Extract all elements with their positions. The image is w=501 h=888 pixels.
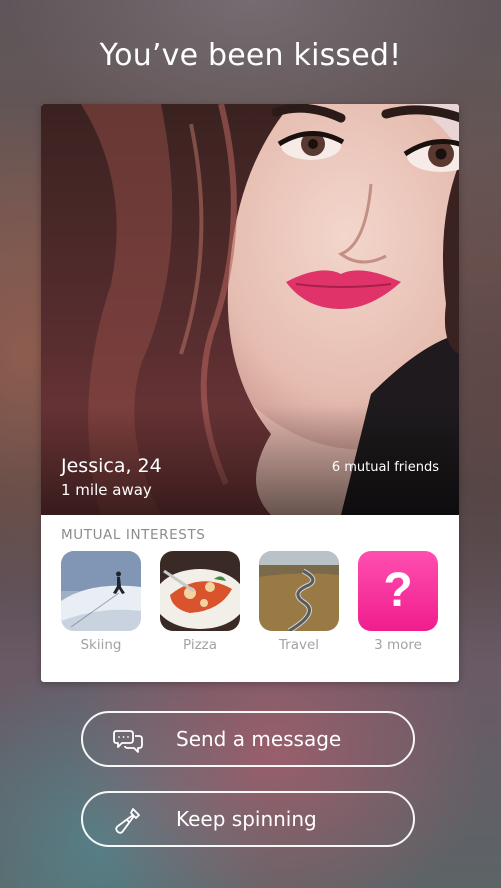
send-message-button[interactable]: Send a message [81,711,415,767]
chat-bubbles-icon [113,726,143,756]
match-card: Jessica, 24 1 mile away 6 mutual friends… [41,104,459,682]
interest-label: Pizza [182,637,218,653]
road-photo [259,551,339,631]
interest-label: Travel [278,637,320,653]
pizza-photo [160,551,240,631]
interest-skiing[interactable]: Skiing [61,551,141,653]
interest-label: Skiing [80,637,122,653]
mutual-interests-heading: MUTUAL INTERESTS [61,527,206,543]
profile-name: Jessica, 24 [61,455,162,477]
keep-spinning-button[interactable]: Keep spinning [81,791,415,847]
profile-distance: 1 mile away [61,481,152,499]
question-mark-icon: ? [358,551,438,631]
skiing-photo [61,551,141,631]
mutual-friends-count[interactable]: 6 mutual friends [332,460,439,475]
interest-label: 3 more [374,637,422,653]
profile-photo[interactable]: Jessica, 24 1 mile away 6 mutual friends [41,104,459,515]
bottle-icon [113,806,143,836]
screen-title: You’ve been kissed! [99,38,402,73]
mutual-interests-list: Skiing Pizza Travel ? 3 more [61,551,441,661]
send-message-label: Send a message [176,727,342,751]
interest-travel[interactable]: Travel [259,551,339,653]
interest-more[interactable]: ? 3 more [358,551,438,653]
interest-pizza[interactable]: Pizza [160,551,240,653]
keep-spinning-label: Keep spinning [176,807,317,831]
